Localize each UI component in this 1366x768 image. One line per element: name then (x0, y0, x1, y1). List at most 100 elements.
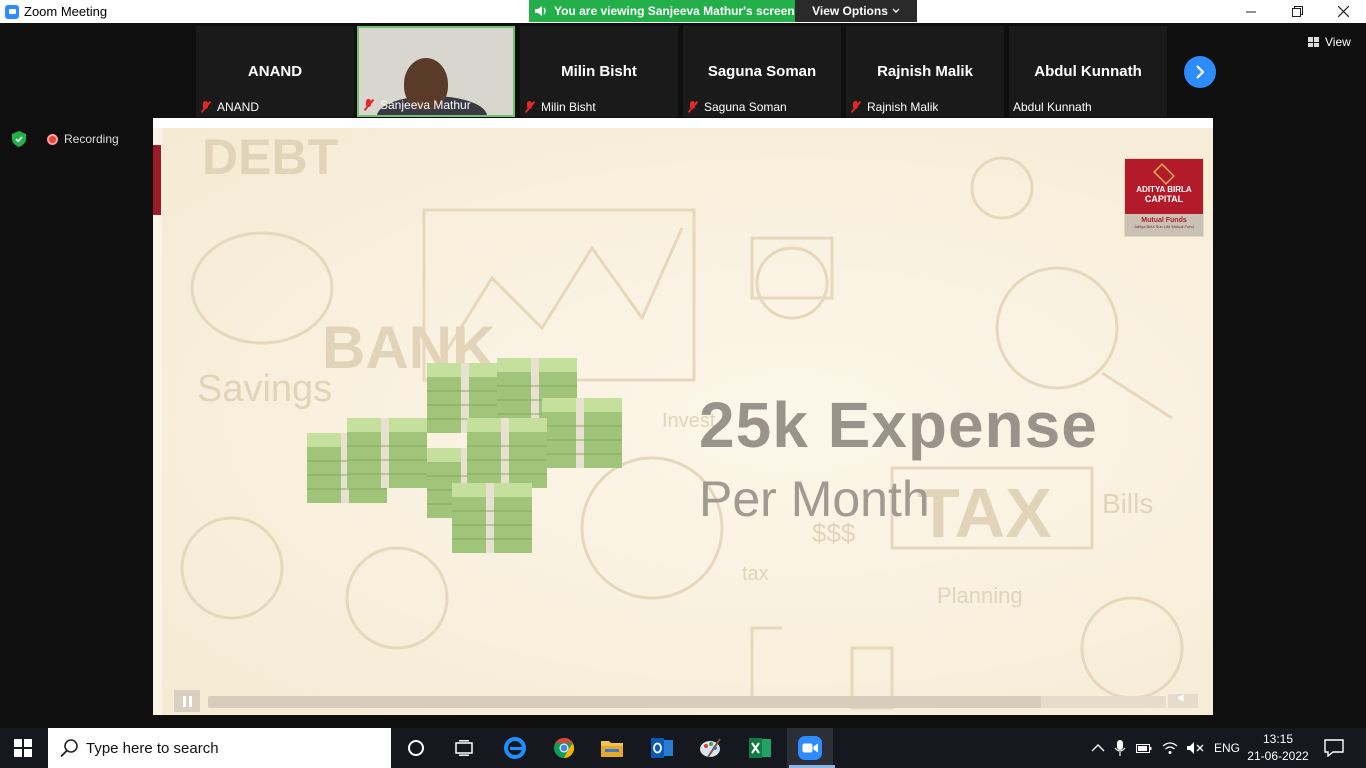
participant-label: Sanjeeva Mathur (363, 98, 471, 112)
view-options-button[interactable]: View Options (795, 0, 917, 22)
language-indicator[interactable]: ENG (1214, 741, 1240, 755)
chevron-right-icon (1196, 65, 1205, 79)
zoom-app-icon (5, 4, 19, 19)
video-progress-fill (208, 696, 1042, 708)
slide-headline: 25k Expense (699, 389, 1098, 461)
mic-muted-icon (687, 101, 699, 113)
window-title: Zoom Meeting (24, 4, 108, 19)
pause-button[interactable] (174, 690, 200, 712)
sunburst-logo-icon (1153, 163, 1175, 185)
logo-line1: ADITYA BIRLA (1136, 185, 1192, 194)
slide-side-accent (153, 145, 161, 215)
taskbar-search[interactable] (48, 728, 391, 768)
chrome-app-button[interactable] (548, 734, 580, 762)
edge-app-button[interactable] (499, 734, 531, 762)
recording-dot-icon (47, 133, 58, 145)
volume-icon (1178, 694, 1184, 702)
cortana-button[interactable] (400, 734, 432, 762)
wifi-icon[interactable] (1162, 741, 1178, 755)
participant-label: Rajnish Malik (850, 100, 938, 114)
system-tray: ENG (1090, 728, 1240, 768)
windows-taskbar: ENG 13:15 21-06-2022 (0, 728, 1366, 768)
participant-tile[interactable]: Rajnish Malik Rajnish Malik (846, 26, 1004, 117)
participant-label-text: Saguna Soman (704, 100, 787, 114)
microphone-icon[interactable] (1114, 740, 1126, 756)
participant-tile-active-speaker[interactable]: Sanjeeva Mathur (357, 26, 515, 117)
participant-tile[interactable]: Saguna Soman Saguna Soman (683, 26, 841, 117)
participant-strip: ANAND ANAND Sanjeeva Mathur Milin Bisht … (0, 23, 1366, 118)
money-stacks-illustration (306, 358, 623, 554)
volume-button[interactable] (1168, 694, 1198, 708)
cortana-icon (408, 740, 424, 756)
volume-muted-icon[interactable] (1186, 741, 1204, 755)
close-button[interactable] (1320, 0, 1366, 23)
paint-app-button[interactable] (694, 734, 726, 762)
mic-muted-icon (850, 101, 862, 113)
zoom-icon (798, 736, 822, 760)
view-options-label: View Options (812, 4, 888, 18)
chevron-up-icon[interactable] (1090, 743, 1106, 753)
mic-muted-icon (524, 101, 536, 113)
chevron-down-icon (892, 8, 900, 13)
participant-label: ANAND (200, 100, 259, 114)
mic-muted-icon (363, 99, 375, 111)
restore-button[interactable] (1274, 0, 1320, 23)
slide-bg-word: Bills (1102, 488, 1154, 519)
participant-display-name: ANAND (247, 63, 303, 80)
close-icon (1337, 6, 1349, 17)
participant-display-name: Milin Bisht (561, 63, 637, 80)
task-view-icon (455, 740, 473, 756)
logo-footer: Mutual Funds Aditya Birla Sun Life Mutua… (1125, 214, 1203, 236)
share-status: You are viewing Sanjeeva Mathur's screen (529, 0, 795, 22)
presentation-slide: Savings BANK TAX Bills Planning tax $$$ … (162, 128, 1213, 715)
participant-label-text: ANAND (217, 100, 260, 114)
excel-app-button[interactable] (744, 734, 776, 762)
logo-line4: Aditya Birla Sun Life Mutual Fund (1134, 224, 1194, 229)
outlook-app-button[interactable] (646, 734, 678, 762)
zoom-app-button[interactable] (787, 728, 835, 768)
participant-tile[interactable]: Milin Bisht Milin Bisht (520, 26, 678, 117)
folder-icon (601, 741, 623, 757)
clock-time: 13:15 (1262, 732, 1294, 746)
excel-icon (749, 738, 771, 758)
slide-bg-word: DEBT (202, 129, 339, 185)
paint-palette-icon (700, 738, 721, 758)
participant-display-name: Rajnish Malik (877, 63, 973, 80)
screen-share-banner: You are viewing Sanjeeva Mathur's screen… (529, 0, 917, 22)
participant-label: Saguna Soman (687, 100, 787, 114)
start-button[interactable] (14, 739, 32, 757)
share-top-edge (153, 118, 1213, 128)
battery-icon[interactable] (1136, 742, 1152, 754)
view-button-label: View (1325, 35, 1351, 49)
minimize-button[interactable] (1228, 0, 1274, 23)
logo-line3: Mutual Funds (1141, 217, 1187, 224)
clock-date: 21-06-2022 (1247, 749, 1309, 763)
participant-display-name: Abdul Kunnath (1034, 63, 1142, 80)
notification-icon (1324, 739, 1344, 757)
participant-tile[interactable]: Abdul Kunnath Abdul Kunnath (1009, 26, 1167, 117)
participant-tile[interactable]: ANAND ANAND (196, 26, 354, 117)
slide-bg-word: TAX (917, 474, 1052, 552)
file-explorer-button[interactable] (596, 734, 628, 762)
participant-label-text: Rajnish Malik (867, 100, 939, 114)
recording-indicator[interactable]: Recording (47, 132, 119, 146)
participant-display-name: Saguna Soman (707, 63, 817, 80)
participant-label-text: Sanjeeva Mathur (380, 98, 471, 112)
speaker-icon (535, 6, 546, 16)
logo-line2: CAPITAL (1144, 194, 1184, 204)
outlook-icon (651, 738, 673, 758)
participant-label-text: Abdul Kunnath (1013, 100, 1092, 114)
action-center-button[interactable] (1318, 734, 1350, 762)
participant-label-text: Milin Bisht (541, 100, 596, 114)
view-button[interactable]: View (1308, 35, 1351, 49)
video-progress-bar[interactable] (208, 696, 1166, 708)
internet-explorer-icon (504, 737, 526, 759)
security-shield-icon[interactable] (12, 131, 26, 147)
share-status-text: You are viewing Sanjeeva Mathur's screen (554, 4, 795, 18)
shared-screen[interactable]: Savings BANK TAX Bills Planning tax $$$ … (153, 118, 1213, 715)
search-input[interactable] (86, 739, 376, 757)
task-view-button[interactable] (448, 734, 480, 762)
taskbar-clock[interactable]: 13:15 21-06-2022 (1246, 731, 1310, 765)
aditya-birla-capital-logo: ADITYA BIRLA CAPITAL Mutual Funds Aditya… (1124, 158, 1204, 237)
next-participants-button[interactable] (1184, 56, 1216, 88)
